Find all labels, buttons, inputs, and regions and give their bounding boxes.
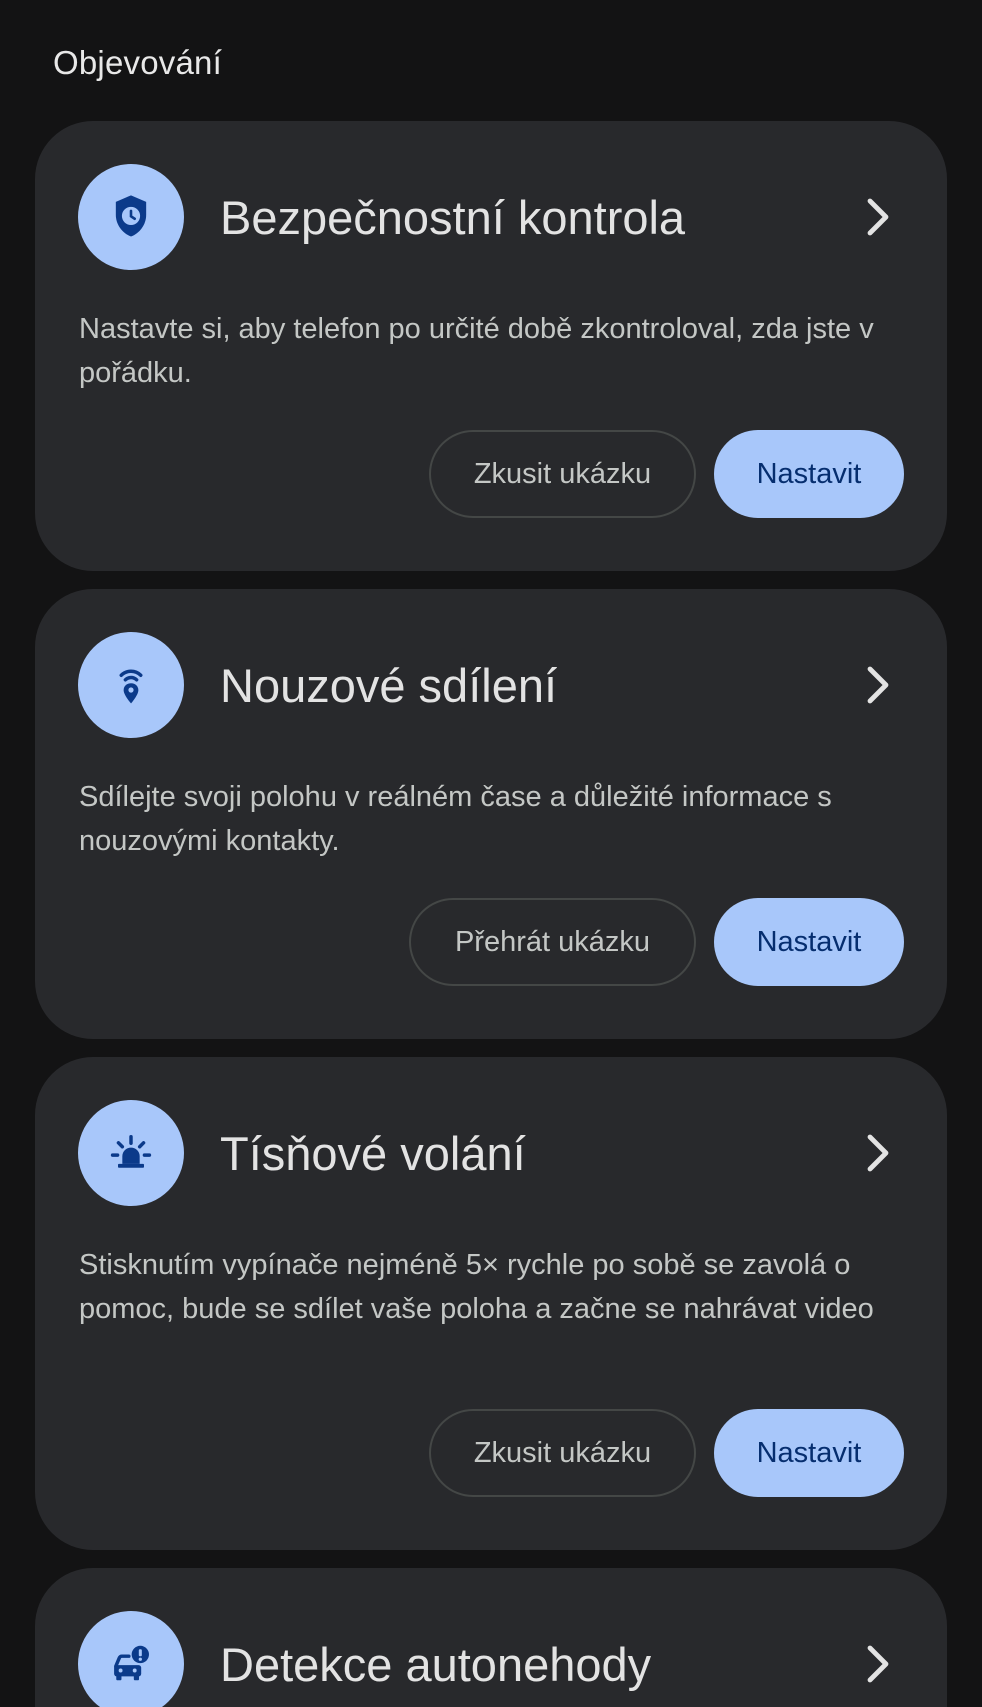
play-demo-button[interactable]: Přehrát ukázku — [409, 898, 696, 986]
card-header[interactable]: Nouzové sdílení — [78, 632, 899, 738]
card-title: Nouzové sdílení — [220, 658, 558, 712]
card-car-crash-detection[interactable]: Detekce autonehody — [35, 1568, 947, 1707]
card-header[interactable]: Tísňové volání — [78, 1100, 899, 1206]
card-header[interactable]: Bezpečnostní kontrola — [78, 164, 899, 270]
try-demo-button[interactable]: Zkusit ukázku — [429, 430, 696, 518]
card-title: Detekce autonehody — [220, 1637, 652, 1691]
card-actions: Zkusit ukázku Nastavit — [429, 1409, 904, 1497]
card-header[interactable]: Detekce autonehody — [78, 1611, 899, 1707]
location-broadcast-icon — [78, 632, 184, 738]
set-up-button[interactable]: Nastavit — [714, 898, 904, 986]
safety-discover-page: Objevování Bezpečnostní kontrola Nastavt… — [0, 0, 982, 1707]
chevron-right-icon[interactable] — [859, 665, 899, 705]
chevron-right-icon[interactable] — [859, 197, 899, 237]
set-up-button[interactable]: Nastavit — [714, 1409, 904, 1497]
section-title: Objevování — [53, 44, 222, 81]
chevron-right-icon[interactable] — [859, 1644, 899, 1684]
chevron-right-icon[interactable] — [859, 1133, 899, 1173]
set-up-button[interactable]: Nastavit — [714, 430, 904, 518]
emergency-siren-icon — [78, 1100, 184, 1206]
card-safety-check[interactable]: Bezpečnostní kontrola Nastavte si, aby t… — [35, 121, 947, 571]
card-emergency-sos[interactable]: Tísňové volání Stisknutím vypínače nejmé… — [35, 1057, 947, 1550]
card-description: Stisknutím vypínače nejméně 5× rychle po… — [79, 1249, 874, 1325]
car-crash-icon — [78, 1611, 184, 1707]
try-demo-button[interactable]: Zkusit ukázku — [429, 1409, 696, 1497]
card-actions: Přehrát ukázku Nastavit — [409, 898, 904, 986]
card-emergency-sharing[interactable]: Nouzové sdílení Sdílejte svoji polohu v … — [35, 589, 947, 1039]
shield-clock-icon — [78, 164, 184, 270]
card-title: Bezpečnostní kontrola — [220, 190, 686, 244]
card-actions: Zkusit ukázku Nastavit — [429, 430, 904, 518]
card-description: Nastavte si, aby telefon po určité době … — [79, 313, 874, 389]
card-title: Tísňové volání — [220, 1126, 526, 1180]
card-description: Sdílejte svoji polohu v reálném čase a d… — [79, 781, 832, 857]
